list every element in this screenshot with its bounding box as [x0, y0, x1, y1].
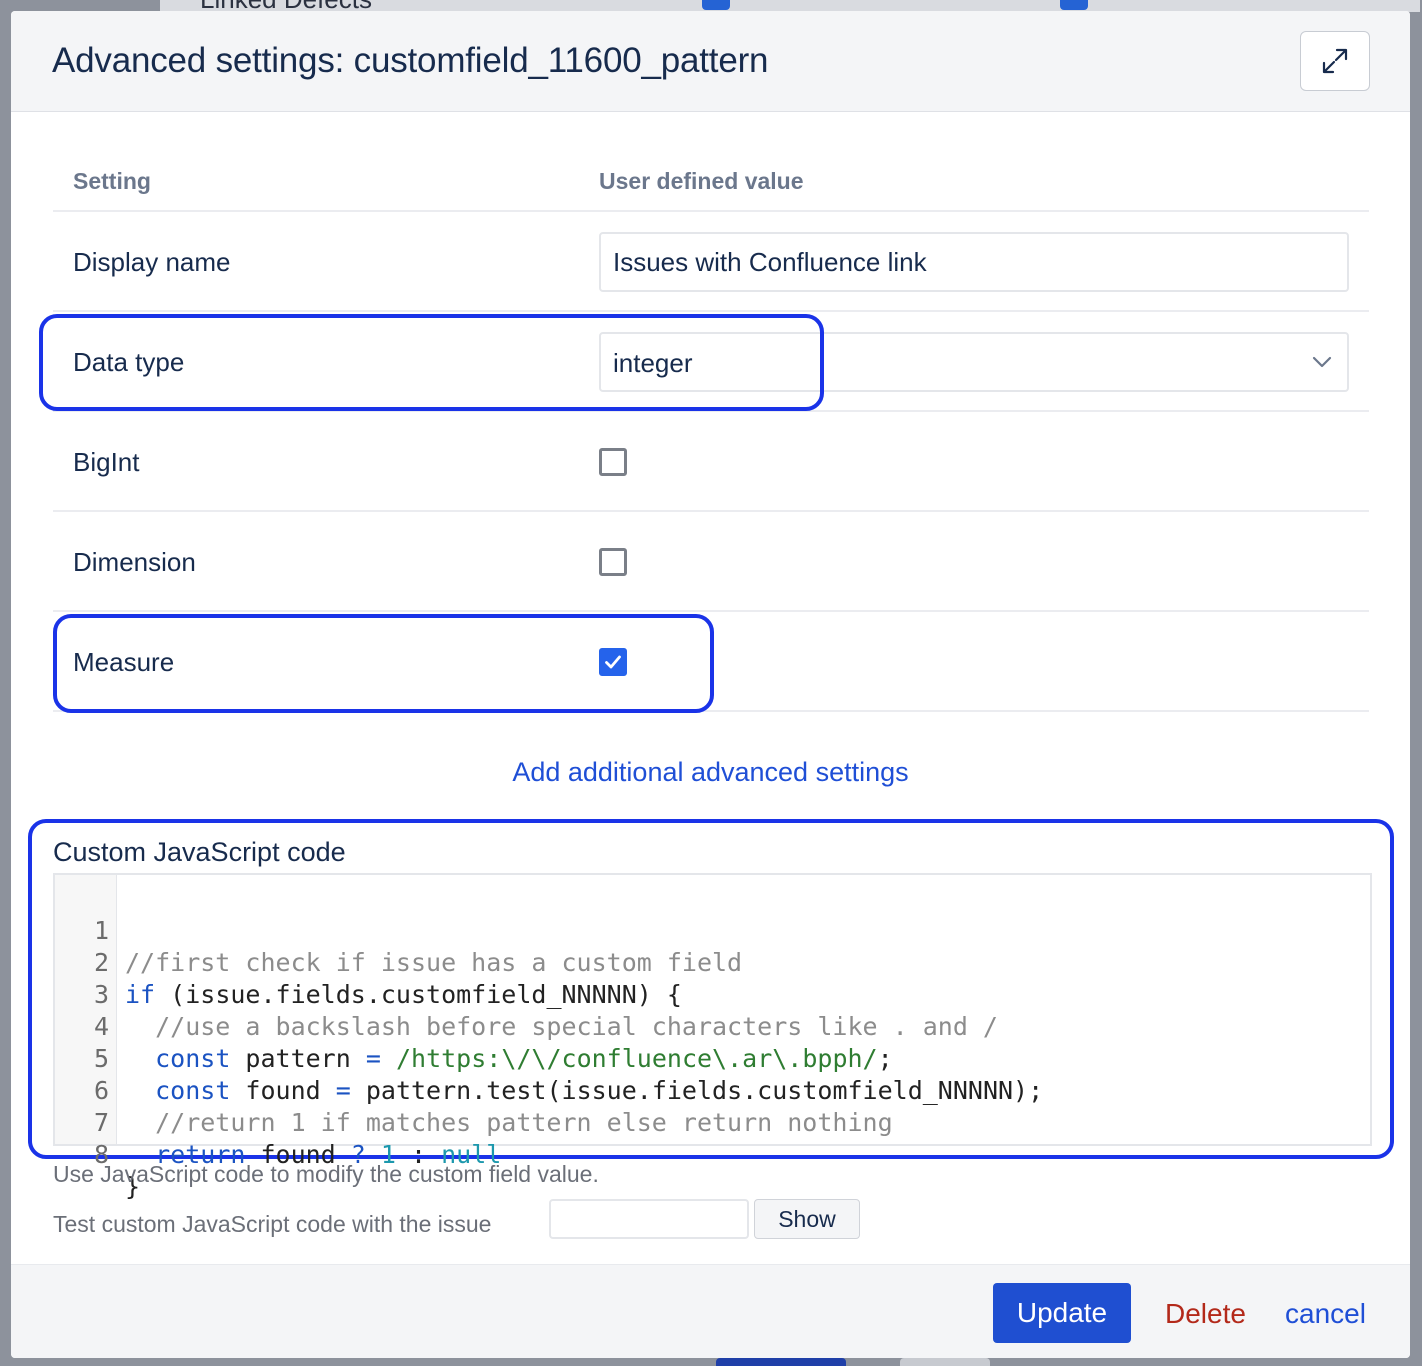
- modal-header: Advanced settings: customfield_11600_pat…: [11, 11, 1410, 112]
- header-user-defined-value: User defined value: [599, 168, 804, 194]
- add-advanced-settings-link[interactable]: Add additional advanced settings: [11, 757, 1410, 788]
- code-line: 5 const found = pattern.test(issue.field…: [55, 1011, 1043, 1105]
- dimension-checkbox[interactable]: [599, 548, 627, 576]
- row-label: Measure: [73, 647, 175, 677]
- bigint-checkbox[interactable]: [599, 448, 627, 476]
- test-issue-input[interactable]: [549, 1199, 749, 1239]
- cancel-link[interactable]: cancel: [1285, 1298, 1366, 1330]
- row-label: BigInt: [73, 447, 140, 477]
- test-label: Test custom JavaScript code with the iss…: [53, 1211, 492, 1237]
- chevron-down-icon: [1312, 356, 1332, 368]
- measure-checkbox[interactable]: [599, 648, 627, 676]
- display-name-input[interactable]: [599, 232, 1349, 292]
- settings-table: Setting User defined value Display name …: [53, 161, 1369, 712]
- background-checkbox: [1060, 0, 1088, 10]
- code-line: 2 if (issue.fields.customfield_NNNNN) {: [55, 915, 682, 1009]
- custom-code-label: Custom JavaScript code: [53, 837, 346, 867]
- expand-icon: [1322, 48, 1348, 74]
- code-text: //use a backslash before special charact…: [125, 1012, 998, 1041]
- code-line: 3 //use a backslash before special chara…: [55, 947, 998, 1041]
- modal-title: Advanced settings: customfield_11600_pat…: [52, 41, 769, 80]
- code-text: //first check if issue has a custom fiel…: [125, 948, 743, 977]
- code-text: const found = pattern.test(issue.fields.…: [155, 1076, 1044, 1105]
- row-dimension: Dimension: [53, 512, 1369, 612]
- update-button[interactable]: Update: [993, 1283, 1131, 1343]
- code-text: if (issue.fields.customfield_NNNNN) {: [125, 980, 682, 1009]
- code-editor[interactable]: 1 //first check if issue has a custom fi…: [53, 873, 1372, 1201]
- row-bigint: BigInt: [53, 412, 1369, 512]
- row-measure: Measure: [53, 612, 1369, 712]
- expand-button[interactable]: [1300, 31, 1370, 91]
- header-setting: Setting: [73, 168, 151, 194]
- background-button: [900, 1358, 990, 1366]
- table-header-row: Setting User defined value: [53, 161, 1369, 212]
- code-line: 7 return found ? 1 : null: [55, 1075, 501, 1169]
- background-checkbox: [702, 0, 730, 10]
- background-button: [716, 1358, 846, 1366]
- data-type-select[interactable]: integer: [599, 332, 1349, 392]
- code-line: 4 const pattern = /https:\/\/confluence\…: [55, 979, 893, 1073]
- select-value: integer: [613, 348, 693, 378]
- row-label: Dimension: [73, 547, 196, 577]
- advanced-settings-modal: Advanced settings: customfield_11600_pat…: [11, 11, 1410, 1358]
- row-display-name: Display name: [53, 212, 1369, 312]
- code-hint: Use JavaScript code to modify the custom…: [53, 1161, 599, 1187]
- row-label: Display name: [73, 247, 231, 277]
- code-text: const pattern = /https:\/\/confluence\.a…: [155, 1044, 893, 1073]
- code-line: 1 //first check if issue has a custom fi…: [55, 883, 742, 977]
- checkmark-icon: [605, 655, 621, 669]
- code-text: //return 1 if matches pattern else retur…: [125, 1108, 893, 1137]
- code-line: 6 //return 1 if matches pattern else ret…: [55, 1043, 893, 1137]
- modal-footer: Update Delete cancel: [11, 1264, 1410, 1358]
- show-button[interactable]: Show: [754, 1199, 860, 1239]
- row-data-type: Data type integer: [53, 312, 1369, 412]
- row-label: Data type: [73, 347, 185, 377]
- code-line: 8 }: [55, 1107, 145, 1201]
- delete-link[interactable]: Delete: [1165, 1298, 1246, 1330]
